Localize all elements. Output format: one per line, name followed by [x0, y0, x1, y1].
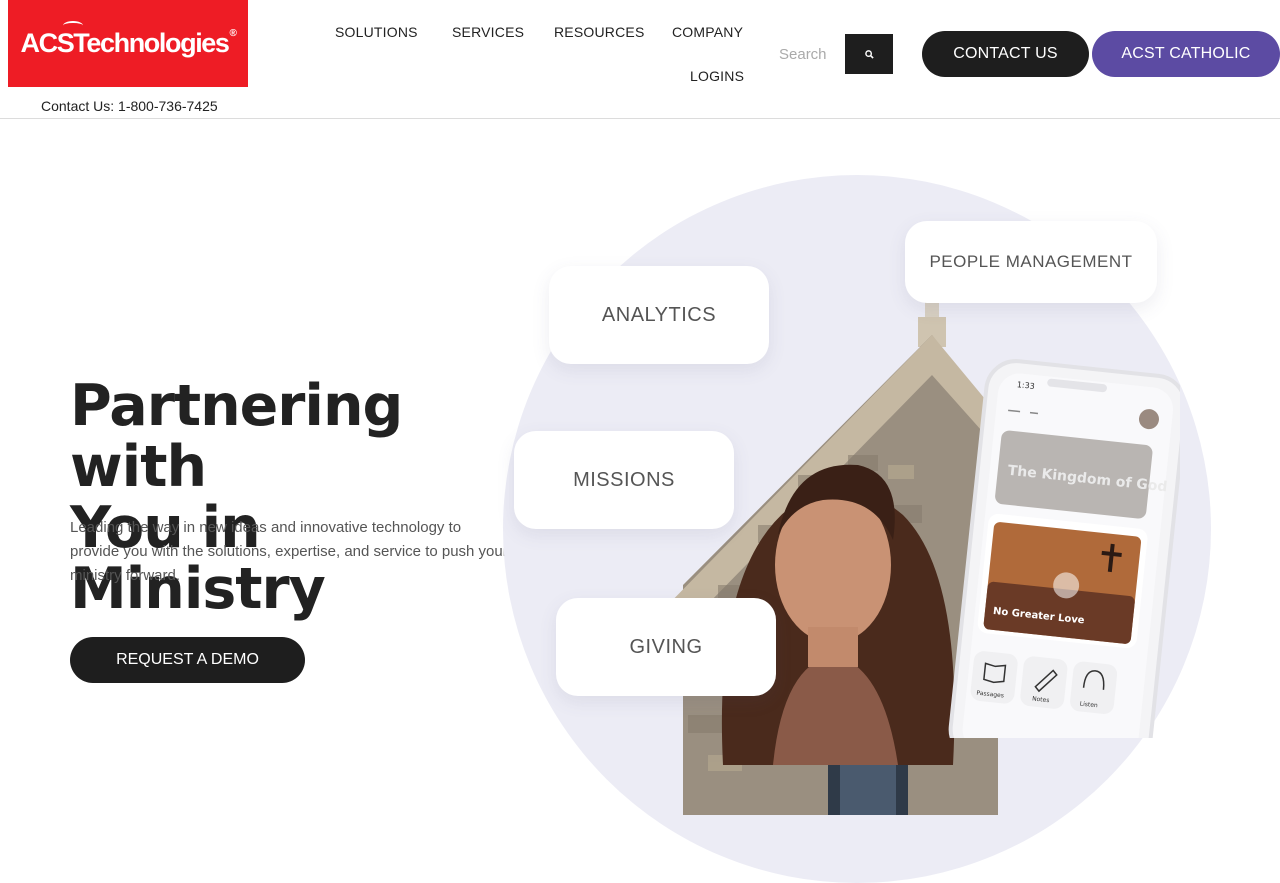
feature-card-giving[interactable]: GIVING: [556, 598, 776, 696]
feature-card-people-management[interactable]: PEOPLE MANAGEMENT: [905, 221, 1157, 303]
feature-card-missions[interactable]: MISSIONS: [514, 431, 734, 529]
nav-resources[interactable]: RESOURCES: [554, 24, 644, 40]
search-button[interactable]: [845, 34, 893, 74]
phone-time: 1:33: [1016, 380, 1035, 391]
site-header: ACSTechnologies® Contact Us: 1-800-736-7…: [0, 0, 1280, 119]
hero-title-line-1: Partnering with: [70, 373, 403, 500]
registered-mark: ®: [229, 28, 237, 39]
contact-phone[interactable]: Contact Us: 1-800-736-7425: [41, 98, 218, 114]
acs-technologies-logo[interactable]: ACSTechnologies®: [8, 0, 248, 87]
acst-catholic-button[interactable]: ACST CATHOLIC: [1092, 31, 1280, 77]
nav-solutions[interactable]: SOLUTIONS: [335, 24, 418, 40]
nav-services[interactable]: SERVICES: [452, 24, 524, 40]
phone-mockup: 1:33 The Kingdom of God No Greater Love …: [948, 359, 1180, 738]
logo-text: ACSTechnologies: [20, 28, 230, 58]
feature-card-analytics[interactable]: ANALYTICS: [549, 266, 769, 364]
search-input[interactable]: [768, 34, 846, 74]
search-icon: [864, 49, 874, 59]
logo-wordmark: ACSTechnologies®: [20, 21, 237, 59]
hero-subtitle: Leading the way in new ideas and innovat…: [70, 519, 508, 584]
logo-swoosh-icon: [62, 21, 83, 30]
nav-company[interactable]: COMPANY: [672, 24, 743, 40]
request-demo-button[interactable]: REQUEST A DEMO: [70, 637, 305, 683]
nav-logins[interactable]: LOGINS: [690, 68, 744, 84]
contact-us-button[interactable]: CONTACT US: [922, 31, 1089, 77]
